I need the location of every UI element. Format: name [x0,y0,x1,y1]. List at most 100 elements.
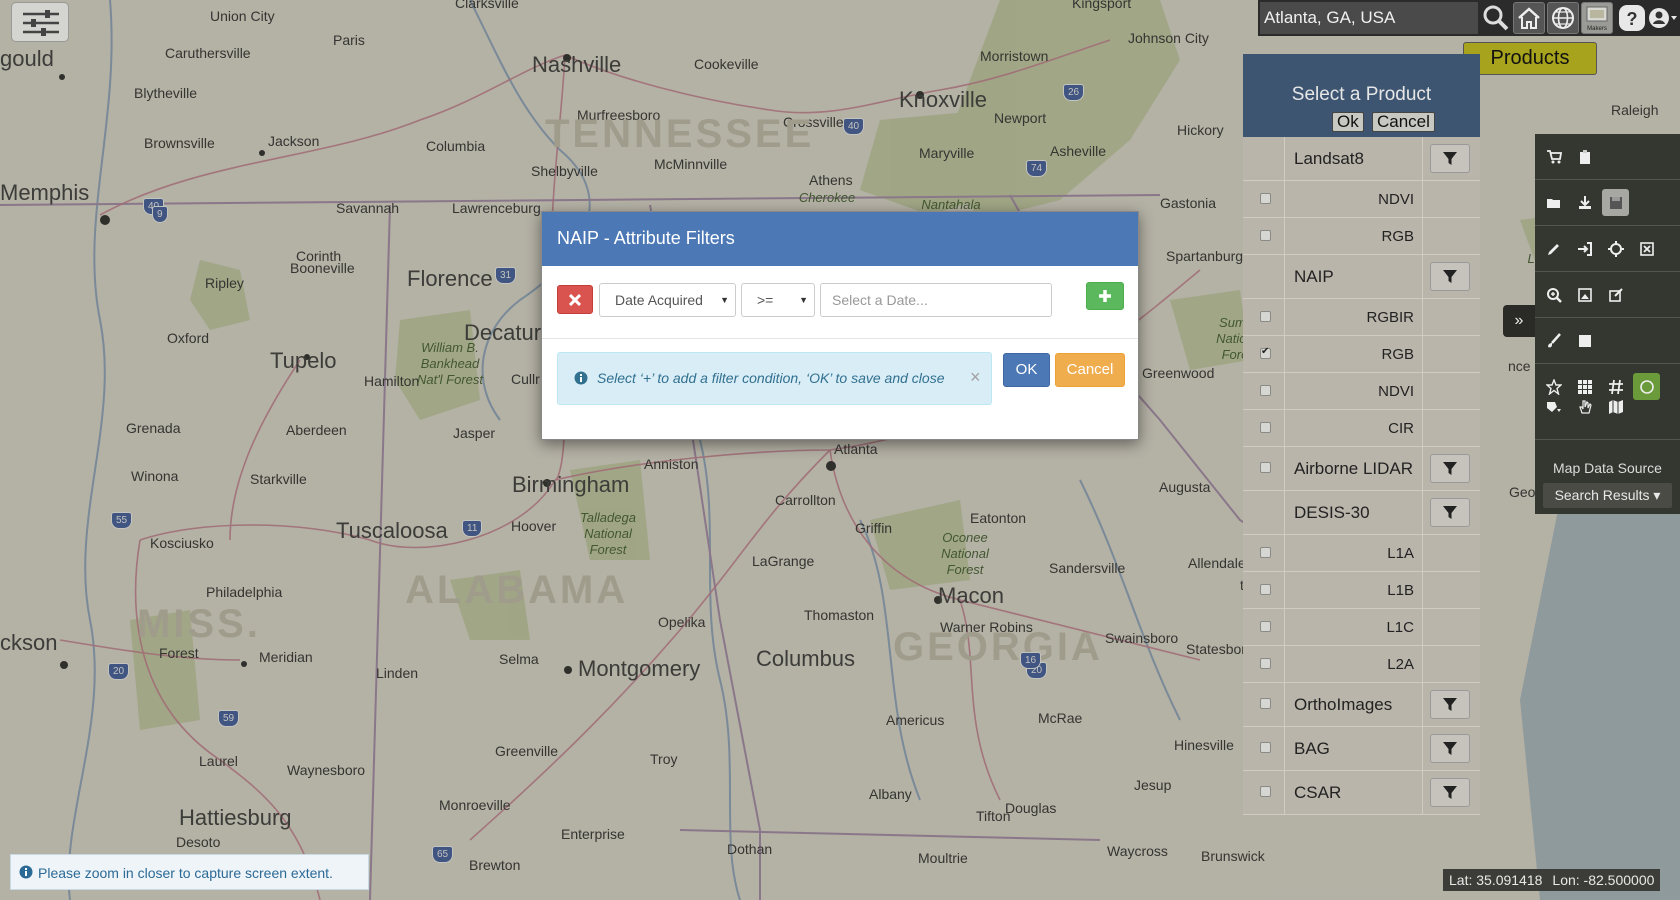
product-checkbox[interactable] [1260,742,1271,753]
picture-tool-button[interactable] [1571,281,1598,308]
remove-filter-button[interactable] [557,285,593,314]
filter-button[interactable] [1430,778,1470,807]
dialog-header: NAIP - Attribute Filters [542,212,1138,266]
product-item-label: RGB [1381,346,1414,363]
polygon-dropdown-tool-button[interactable] [1540,393,1567,420]
product-checkbox[interactable] [1260,346,1271,359]
product-checkbox[interactable] [1260,384,1271,396]
clipboard-tool-button[interactable] [1571,143,1598,170]
location-search-input[interactable] [1260,2,1478,34]
filter-cell [1422,336,1480,372]
download-tool-button[interactable] [1571,189,1598,216]
product-panel-cancel-button[interactable]: Cancel [1372,112,1435,132]
product-checkbox[interactable] [1260,620,1271,632]
search-icon[interactable] [1480,2,1512,34]
sliders-menu-button[interactable] [11,2,69,42]
products-button[interactable]: Products [1463,42,1597,75]
hand-tool-button[interactable] [1571,393,1598,420]
globe-icon[interactable] [1547,2,1579,34]
product-checkbox[interactable] [1260,421,1271,433]
filter-icon [1443,741,1457,755]
product-checkbox[interactable] [1260,229,1271,241]
product-checkbox[interactable] [1260,192,1271,204]
user-icon[interactable] [1647,2,1679,34]
expand-toolbar-button[interactable]: » [1503,305,1535,337]
attribute-select[interactable]: Date Acquired ▼ [599,283,736,317]
filter-condition-row: Date Acquired ▼ >= ▼ [542,266,1138,339]
map-tool-button[interactable] [1602,393,1629,420]
toolbar-row [1535,272,1680,318]
filter-button[interactable] [1430,454,1470,483]
edit-tool-button[interactable] [1602,281,1629,308]
product-item-row[interactable]: RGB [1243,336,1480,373]
checkbox-cell [1243,410,1285,446]
product-item-row[interactable]: RGB [1243,218,1480,255]
product-checkbox[interactable] [1260,310,1271,322]
zoom-in-tool-button[interactable] [1540,281,1567,308]
product-item-row[interactable]: L1C [1243,609,1480,646]
filter-button[interactable] [1430,498,1470,527]
folder-open-icon [1546,198,1560,208]
product-panel-ok-button[interactable]: Ok [1332,112,1364,132]
zoom-notice-text: Please zoom in closer to capture screen … [38,865,333,881]
cart-tool-button[interactable] [1540,143,1567,170]
add-filter-button[interactable] [1086,282,1124,310]
filter-icon [1443,785,1457,799]
product-item-row[interactable]: L2A [1243,646,1480,683]
date-input[interactable] [820,283,1052,317]
sign-in-tool-button[interactable] [1571,235,1598,262]
edit-icon [1608,287,1623,302]
product-checkbox[interactable] [1260,583,1271,595]
product-group-row[interactable]: Airborne LIDAR [1243,447,1480,491]
close-box-tool-button[interactable] [1633,235,1660,262]
product-group-row[interactable]: OrthoImages [1243,683,1480,727]
filter-button[interactable] [1430,262,1470,291]
product-item-row[interactable]: CIR [1243,410,1480,447]
product-group-label: NAIP [1294,267,1334,286]
product-item-label: L2A [1387,656,1414,673]
pencil-tool-button[interactable] [1540,235,1567,262]
ok-button[interactable]: OK [1003,353,1050,387]
product-checkbox[interactable] [1260,657,1271,669]
filter-icon [1443,461,1457,475]
product-item-label: L1B [1387,582,1414,599]
product-item-row[interactable]: L1A [1243,535,1480,572]
square-tool-button[interactable] [1571,327,1598,354]
product-item-row[interactable]: NDVI [1243,373,1480,410]
filter-cell [1422,255,1480,298]
filter-button[interactable] [1430,734,1470,763]
sign-in-icon [1577,241,1592,256]
cancel-button[interactable]: Cancel [1055,353,1125,387]
filter-cell [1422,609,1480,645]
checkbox-cell [1243,491,1285,534]
filter-button[interactable] [1430,690,1470,719]
checkbox-cell [1243,181,1285,217]
folder-open-tool-button[interactable] [1540,189,1567,216]
search-results-dropdown[interactable]: Search Results ▾ [1543,483,1672,508]
help-icon[interactable]: ? [1616,2,1648,34]
product-item-row[interactable]: L1B [1243,572,1480,609]
crosshair-tool-button[interactable] [1602,235,1629,262]
product-group-row[interactable]: Landsat8 [1243,137,1480,181]
product-group-row[interactable]: NAIP [1243,255,1480,299]
operator-select[interactable]: >= ▼ [741,283,815,317]
product-item-row[interactable]: NDVI [1243,181,1480,218]
save-tool-button[interactable] [1602,189,1629,216]
save-icon [1609,196,1622,209]
toolbar-row [1535,392,1680,440]
operator-select-value: >= [757,292,774,308]
basemap-icon[interactable]: Makers [1581,2,1613,34]
home-icon[interactable] [1513,2,1545,34]
product-group-row[interactable]: CSAR [1243,771,1480,815]
product-group-row[interactable]: BAG [1243,727,1480,771]
brush-tool-button[interactable] [1540,327,1567,354]
filter-button[interactable] [1430,144,1470,173]
info-alert-close-button[interactable]: × [970,367,981,388]
product-checkbox[interactable] [1260,698,1271,709]
product-group-row[interactable]: DESIS-30 [1243,491,1480,535]
product-checkbox[interactable] [1260,546,1271,558]
checkbox-cell [1243,373,1285,409]
product-checkbox[interactable] [1260,462,1271,473]
product-checkbox[interactable] [1260,786,1271,797]
product-item-row[interactable]: RGBIR [1243,299,1480,336]
